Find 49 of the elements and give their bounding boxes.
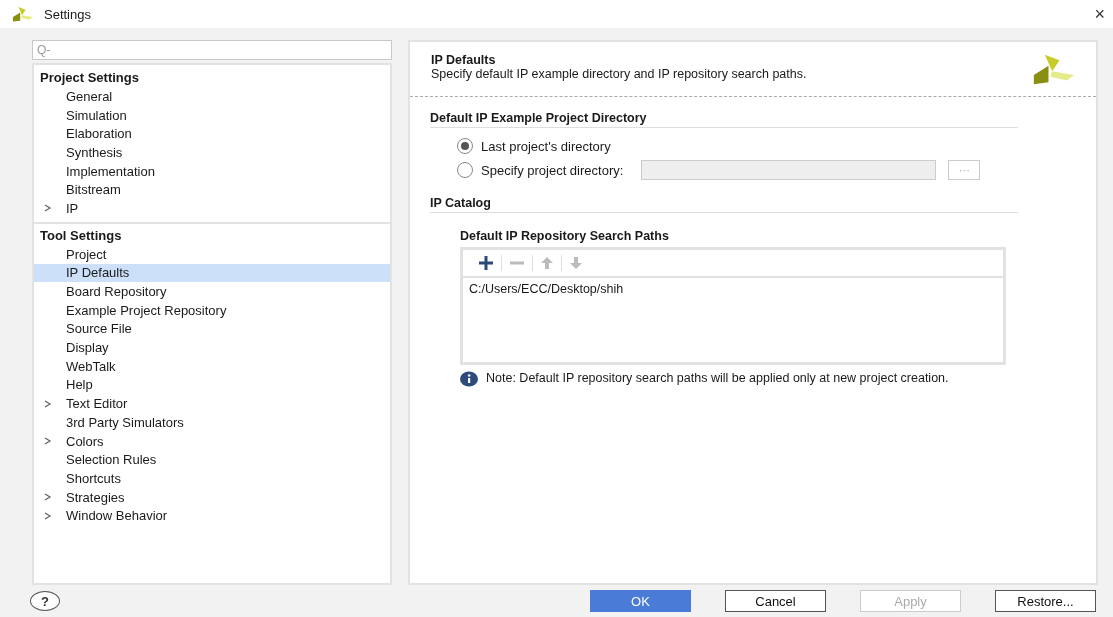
search-field[interactable]: Q- (32, 40, 392, 60)
tree-item[interactable]: Strategies (34, 487, 390, 507)
app-logo-icon (12, 5, 34, 23)
dialog-button[interactable]: Restore... (995, 590, 1096, 612)
tree-item[interactable]: Help (34, 375, 390, 395)
chevron-icon[interactable] (44, 399, 52, 408)
dialog-button[interactable]: OK (590, 590, 691, 612)
path-item[interactable]: C:/Users/ECC/Desktop/shih (463, 278, 1003, 300)
chevron-icon[interactable] (44, 204, 52, 213)
tree-item[interactable]: Colors (34, 431, 390, 451)
add-icon[interactable] (478, 255, 494, 271)
chevron-icon[interactable] (44, 511, 52, 520)
tree-item[interactable]: Window Behavior (34, 506, 390, 526)
chevron-icon[interactable] (44, 437, 52, 446)
tree-item[interactable]: Synthesis (34, 143, 390, 162)
list-title: Default IP Repository Search Paths (460, 228, 670, 245)
group-title: Tool Settings (39, 226, 123, 245)
group-title: Project Settings (39, 69, 140, 87)
tree-item[interactable]: Implementation (34, 161, 390, 181)
brand-logo-icon (1032, 53, 1076, 86)
help-button[interactable]: ? (30, 591, 60, 611)
tree-item[interactable]: Project (34, 244, 390, 264)
tree-item[interactable]: IP (34, 199, 390, 218)
chevron-icon[interactable] (44, 493, 52, 502)
radio-label: Last project's directory (481, 138, 611, 154)
tree-item[interactable]: IP Defaults (34, 263, 390, 283)
page-title: IP Defaults (431, 53, 497, 67)
window-title: Settings (44, 6, 92, 22)
tree-item[interactable]: Elaboration (34, 124, 390, 144)
section-title: IP Catalog (430, 182, 1018, 213)
page-description: Specify default IP example directory and IP repository search paths. (431, 67, 807, 81)
tree-item[interactable]: 3rd Party Simulators (34, 413, 390, 432)
tree-item[interactable]: Selection Rules (34, 450, 390, 470)
tree-item[interactable]: Example Project Repository (34, 300, 390, 320)
tree-item[interactable]: Text Editor (34, 394, 390, 413)
section-title: Default IP Example Project Directory (430, 97, 1018, 128)
radio-label: Specify project directory: (481, 162, 624, 178)
tree-item[interactable]: Shortcuts (34, 469, 390, 488)
note-text: Note: Default IP repository search paths will be applied only at new project creation. (486, 371, 949, 387)
dialog-button[interactable]: Cancel (725, 590, 826, 612)
tree-item[interactable]: Simulation (34, 105, 390, 125)
tree-item[interactable]: Display (34, 338, 390, 357)
info-icon (460, 371, 478, 387)
tree-item[interactable]: Source File (34, 319, 390, 339)
tree-item[interactable]: General (34, 87, 390, 106)
tree-item[interactable]: Bitstream (34, 180, 390, 200)
tree-item[interactable]: WebTalk (34, 356, 390, 376)
tree-item[interactable]: Board Repository (34, 282, 390, 301)
close-button[interactable]: × (1094, 3, 1105, 25)
